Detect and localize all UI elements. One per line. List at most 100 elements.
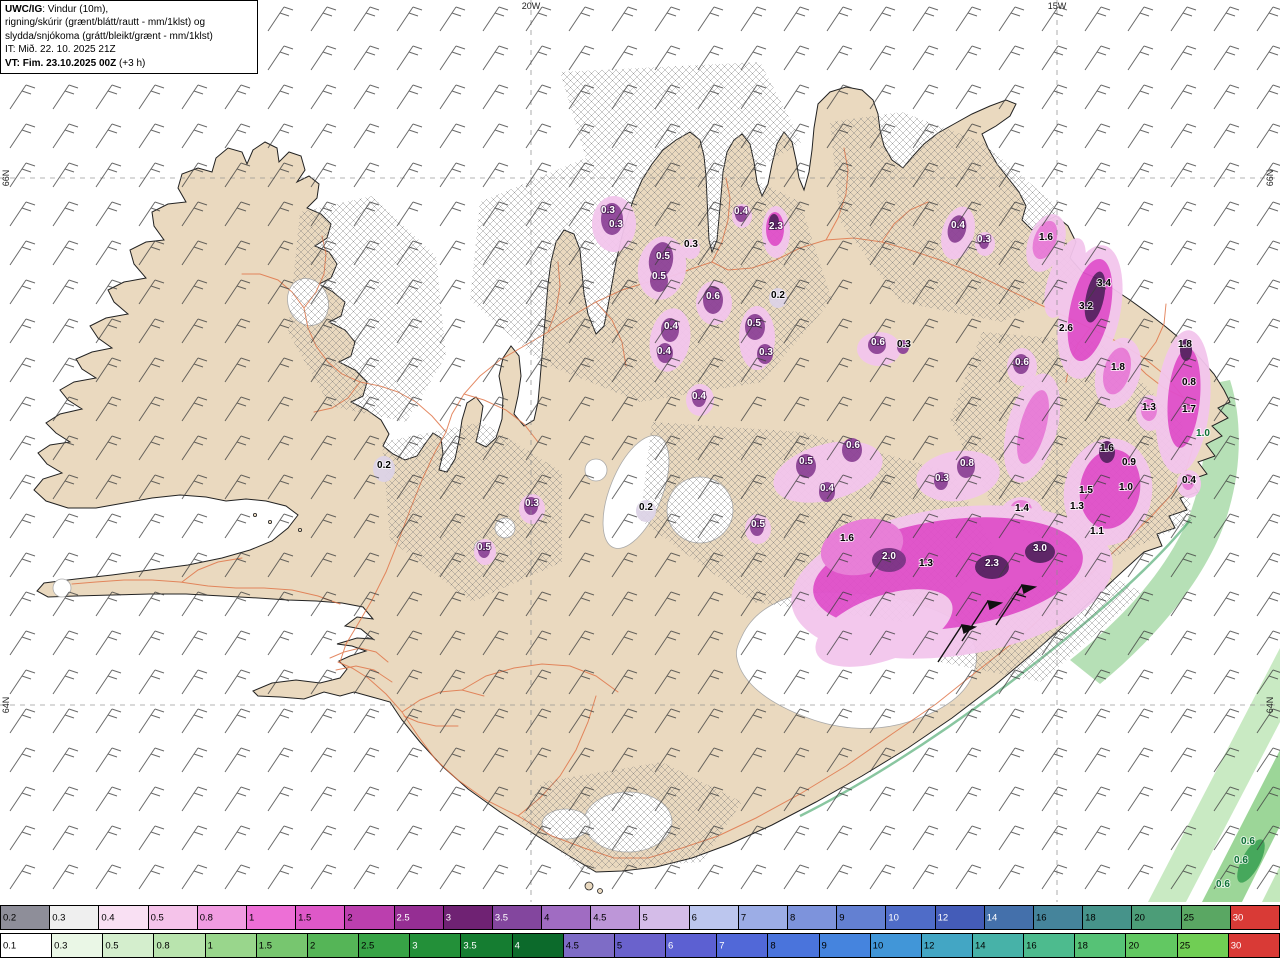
colorbar-cell: 0.8 xyxy=(196,905,247,930)
colorbar-cell: 3 xyxy=(442,905,493,930)
precip-value-label: 1.6 xyxy=(840,533,854,544)
precip-value-label: 0.6 xyxy=(846,440,860,451)
precip-value-label: 0.5 xyxy=(656,251,670,262)
colorbar-cell-label: 4 xyxy=(544,912,550,923)
colorbar-cell: 16 xyxy=(1023,933,1076,958)
colorbar-panel: 0.2 0.3 0.4 0.5 0.8 1 1.5 2 2.5 3 3.5 4 4.5 5 6 7 8 9 10 12… xyxy=(0,902,1280,960)
info-box: UWC/IG: Vindur (10m), rigning/skúrir (gr… xyxy=(0,0,258,74)
colorbar-cell-label: 3.5 xyxy=(494,912,509,923)
colorbar-cell-label: 30 xyxy=(1230,940,1242,951)
colorbar-cell: 1.5 xyxy=(255,933,308,958)
colorbar-cell: 3 xyxy=(409,933,462,958)
precip-value-label: 0.8 xyxy=(960,458,974,469)
precip-value-label: 0.3 xyxy=(601,205,615,216)
product-desc: : Vindur (10m), xyxy=(42,4,109,15)
colorbar-cell-label: 9 xyxy=(821,940,827,951)
colorbar-cell-label: 6 xyxy=(691,912,697,923)
precip-value-label: 0.6 xyxy=(706,291,720,302)
colorbar-cell-label: 3 xyxy=(445,912,451,923)
map-canvas: 20W15W66N66N64N64N 0.30.30.42.30.40.31.6… xyxy=(0,0,1280,902)
colorbar-cell-label: 0.5 xyxy=(105,940,119,951)
colorbar-cell-label: 14 xyxy=(974,940,986,951)
precip-value-label: 0.4 xyxy=(951,220,965,231)
colorbar-cell: 4.5 xyxy=(562,933,615,958)
precip-value-label: 0.9 xyxy=(1122,457,1136,468)
precip-value-label: 0.2 xyxy=(377,460,391,471)
precip-value-label: 1.0 xyxy=(1196,428,1210,439)
precip-value-label: 1.3 xyxy=(1142,402,1156,413)
precip-value-label: 1.0 xyxy=(1119,482,1133,493)
colorbar-cell: 3.5 xyxy=(460,933,513,958)
colorbar-cell-label: 14 xyxy=(986,912,998,923)
wind-barb-field xyxy=(0,0,1280,902)
precip-value-label: 0.3 xyxy=(759,347,773,358)
colorbar-cell: 7 xyxy=(716,933,769,958)
colorbar-cell: 4.5 xyxy=(590,905,641,930)
precip-value-label: 0.5 xyxy=(747,318,761,329)
precip-value-label: 0.3 xyxy=(977,234,991,245)
colorbar-cell: 4 xyxy=(511,933,564,958)
colorbar-cell-label: 20 xyxy=(1128,940,1140,951)
colorbar-cell: 2.5 xyxy=(358,933,411,958)
valid-time-line: VT: Fim. 23.10.2025 00Z (+3 h) xyxy=(5,57,253,70)
colorbar-cell: 2 xyxy=(344,905,395,930)
precip-value-label: 1.6 xyxy=(1039,232,1053,243)
colorbar-cell-label: 2.5 xyxy=(361,940,375,951)
colorbar-cell: 0.3 xyxy=(51,933,104,958)
colorbar-cell-label: 8 xyxy=(770,940,776,951)
colorbar-cell-label: 25 xyxy=(1183,912,1195,923)
init-time: IT: Mið. 22. 10. 2025 21Z xyxy=(5,44,116,56)
colorbar-cell: 14 xyxy=(983,905,1034,930)
precip-value-label: 1.5 xyxy=(1079,485,1093,496)
colorbar-cell: 25 xyxy=(1176,933,1229,958)
precip-value-label: 0.3 xyxy=(897,339,911,350)
precip-value-label: 1.6 xyxy=(1100,443,1114,454)
colorbar-cell: 6 xyxy=(688,905,739,930)
colorbar-cell-label: 9 xyxy=(839,912,845,923)
precip-value-label: 0.4 xyxy=(820,483,834,494)
colorbar-bottom: 0.1 0.3 0.5 0.8 1 1.5 2 2.5 3 3.5 4 4.5 5 6 7 8 9 10 12 14 1… xyxy=(0,933,1280,958)
colorbar-cell-label: 1 xyxy=(248,912,255,923)
legend-line-rain: rigning/skúrir (grænt/blátt/rautt - mm/1… xyxy=(5,17,206,29)
precip-value-label: 0.3 xyxy=(609,219,623,230)
colorbar-cell: 1.5 xyxy=(295,905,346,930)
precip-value-label: 3.0 xyxy=(1033,543,1047,554)
precip-value-label: 2.3 xyxy=(769,221,783,232)
precip-value-label: 0.6 xyxy=(1241,836,1255,847)
colorbar-cell-label: 7 xyxy=(719,940,725,951)
colorbar-cell: 5 xyxy=(639,905,690,930)
valid-time-offset: (+3 h) xyxy=(116,57,146,69)
precip-value-label: 0.3 xyxy=(684,239,698,250)
precip-value-label: 1.7 xyxy=(1182,404,1196,415)
colorbar-cell: 30 xyxy=(1229,905,1280,930)
colorbar-cell-label: 16 xyxy=(1035,912,1047,923)
colorbar-top: 0.2 0.3 0.4 0.5 0.8 1 1.5 2 2.5 3 3.5 4 4.5 5 6 7 8 9 10 12… xyxy=(0,905,1280,930)
colorbar-cell: 20 xyxy=(1125,933,1178,958)
colorbar-cell: 12 xyxy=(920,933,973,958)
precip-value-label: 0.3 xyxy=(525,498,539,509)
colorbar-cell-label: 30 xyxy=(1232,912,1244,923)
colorbar-cell-label: 2 xyxy=(309,940,316,951)
precip-value-label: 3.4 xyxy=(1097,278,1111,289)
colorbar-cell-label: 1.5 xyxy=(298,912,312,923)
colorbar-cell-label: 18 xyxy=(1085,912,1096,923)
colorbar-cell: 1 xyxy=(204,933,257,958)
colorbar-cell-label: 3 xyxy=(412,940,418,951)
colorbar-cell-label: 4 xyxy=(514,940,520,951)
colorbar-cell-label: 0.4 xyxy=(101,912,115,923)
precip-value-label: 0.4 xyxy=(664,321,678,332)
colorbar-cell: 0.8 xyxy=(153,933,206,958)
precip-value-label: 3.2 xyxy=(1079,301,1093,312)
colorbar-cell-label: 0.5 xyxy=(150,912,164,923)
colorbar-cell: 30 xyxy=(1227,933,1280,958)
colorbar-cell: 0.5 xyxy=(102,933,155,958)
precip-value-label: 0.3 xyxy=(935,473,949,484)
colorbar-cell: 8 xyxy=(787,905,838,930)
colorbar-cell-label: 1.5 xyxy=(258,940,272,951)
colorbar-cell-label: 10 xyxy=(872,940,884,951)
precip-value-label: 0.4 xyxy=(657,346,671,357)
colorbar-cell: 6 xyxy=(665,933,718,958)
colorbar-cell: 10 xyxy=(869,933,922,958)
legend-line-sleet-snow: slydda/snjókoma (grátt/bleikt/grænt - mm… xyxy=(5,30,213,42)
colorbar-cell-label: 7 xyxy=(740,912,747,923)
